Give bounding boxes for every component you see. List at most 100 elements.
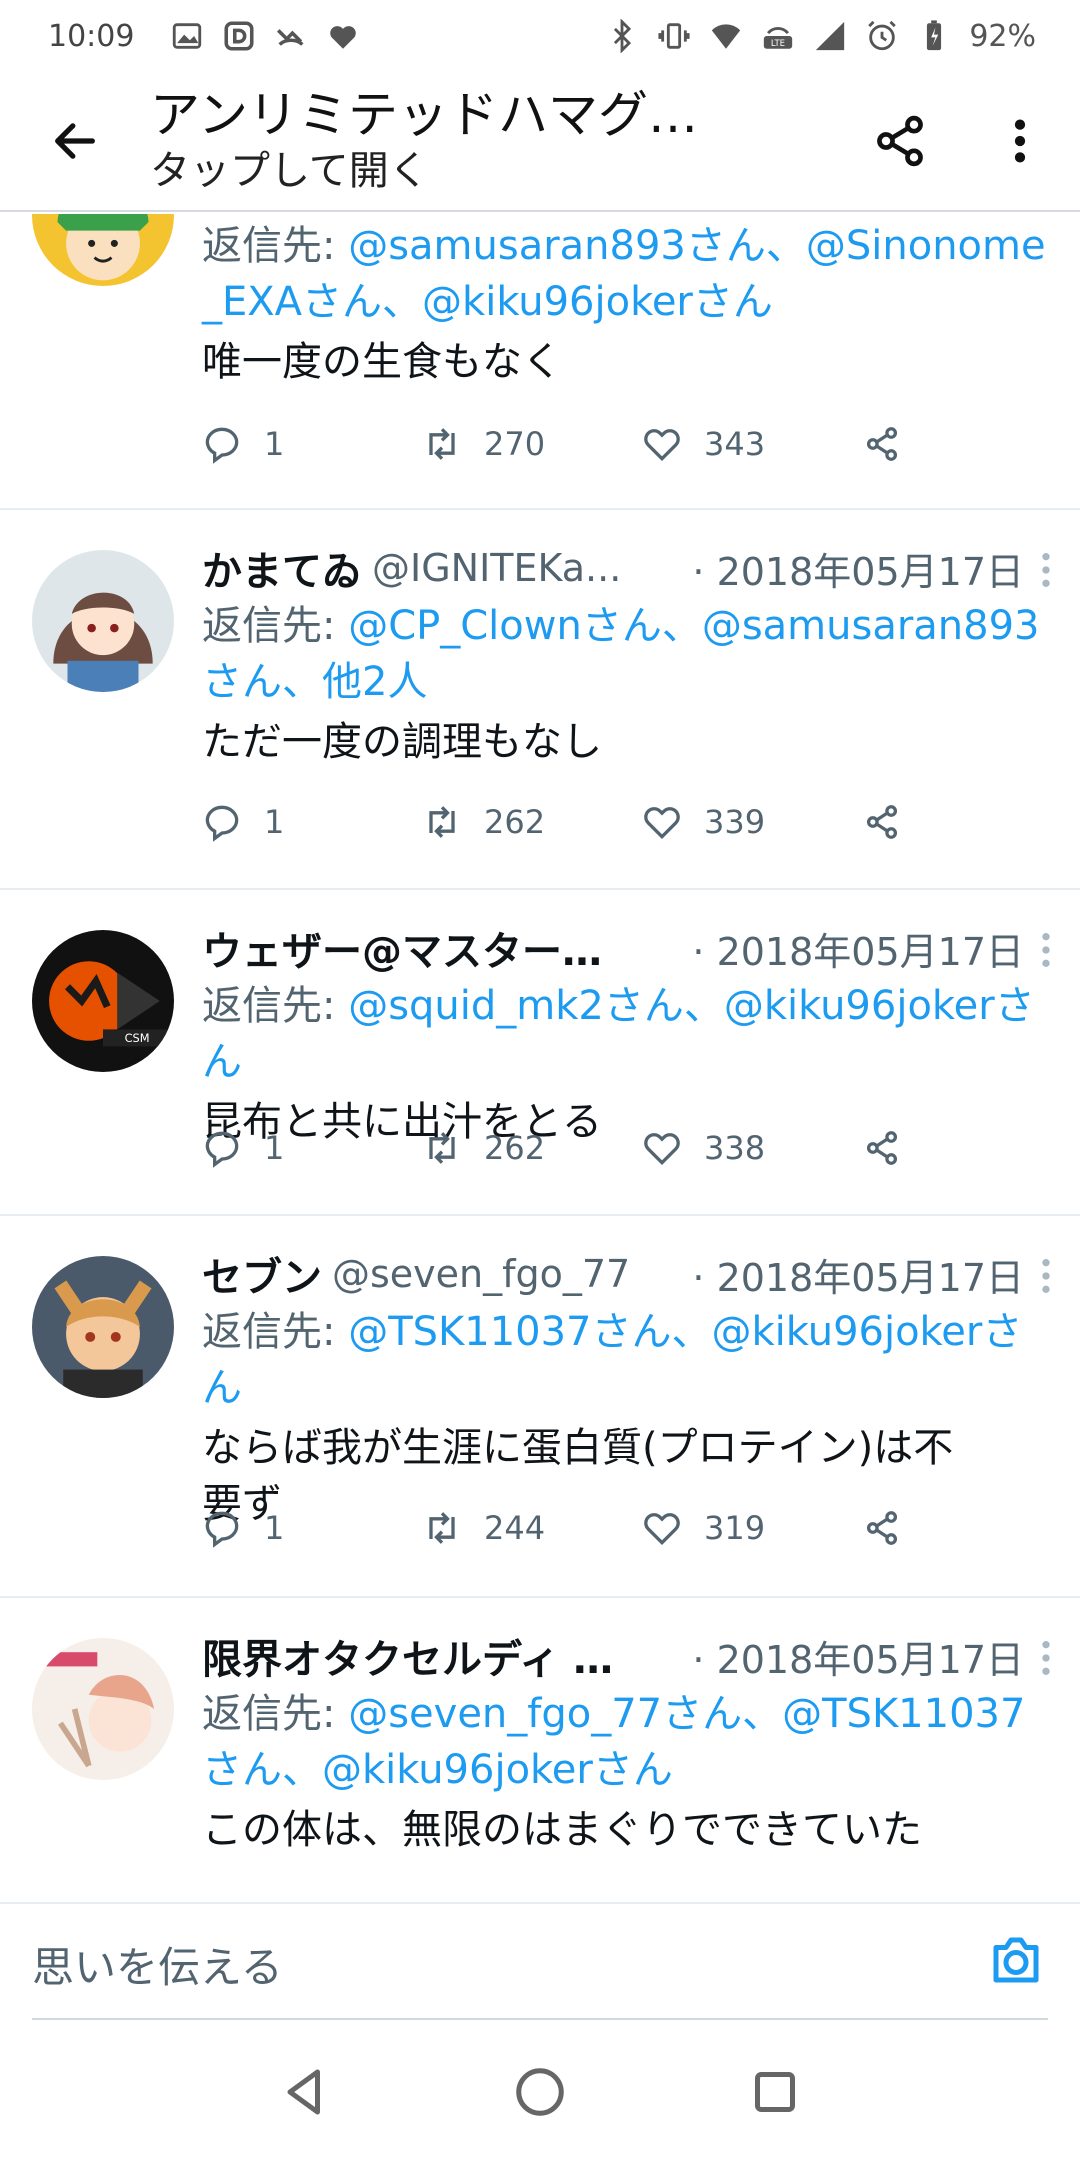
tweet[interactable]: セブン @seven_fgo_77 · 2018年05月17日 返信先: @TS… xyxy=(0,1216,1080,1598)
retweet-icon xyxy=(429,1512,455,1544)
like-count: 339 xyxy=(704,803,766,841)
share-tweet-button[interactable] xyxy=(860,800,924,844)
reply-button[interactable]: 1 xyxy=(200,1506,284,1550)
avatar[interactable] xyxy=(32,214,174,286)
tweet-date: · 2018年05月17日 xyxy=(692,549,1024,594)
nav-recents-button[interactable] xyxy=(745,2062,805,2122)
nav-home-button[interactable] xyxy=(510,2062,570,2122)
svg-text:CSM: CSM xyxy=(125,1031,150,1045)
reply-to: 返信先: @squid_mk2さん、@kiku96jokerさん xyxy=(202,978,1056,1090)
reply-count: 1 xyxy=(264,425,285,463)
camera-icon[interactable] xyxy=(986,1930,1046,1990)
alarm-icon xyxy=(865,19,899,53)
tweet-more-icon[interactable] xyxy=(1036,1256,1056,1296)
wifi-icon xyxy=(709,19,743,53)
share-tweet-button[interactable] xyxy=(860,422,924,466)
share-tweet-button[interactable] xyxy=(860,1126,924,1170)
reply-label: 返信先: xyxy=(202,1309,336,1355)
avatar[interactable] xyxy=(32,1256,174,1398)
reply-to: 返信先: @TSK11037さん、@kiku96jokerさん xyxy=(202,1304,1056,1416)
reply-count: 1 xyxy=(264,1129,285,1167)
nav-back-button[interactable] xyxy=(275,2062,335,2122)
reply-label: 返信先: xyxy=(202,983,336,1029)
user-handle[interactable]: @seven_fgo_77 xyxy=(332,1252,630,1296)
like-count: 343 xyxy=(704,425,766,463)
reply-count: 1 xyxy=(264,1509,285,1547)
title-block[interactable]: アンリミテッドハマグ… タップして開く xyxy=(150,85,840,197)
tweet-date: · 2018年05月17日 xyxy=(692,929,1024,974)
tweet[interactable]: 返信先: @samusaran893さん、@Sinonome_EXAさん、@ki… xyxy=(0,214,1080,510)
back-button[interactable] xyxy=(0,71,150,211)
gallery-icon xyxy=(170,19,204,53)
more-options-button[interactable] xyxy=(960,71,1080,211)
share-icon xyxy=(866,1511,898,1545)
volte-icon: LTE xyxy=(761,19,795,53)
status-time: 10:09 xyxy=(48,18,135,54)
app-bar: アンリミテッドハマグ… タップして開く xyxy=(0,72,1080,212)
reply-feed[interactable]: 返信先: @samusaran893さん、@Sinonome_EXAさん、@ki… xyxy=(0,214,1080,1902)
reply-icon xyxy=(205,427,239,464)
avatar[interactable] xyxy=(32,550,174,692)
tweet-text: ただ一度の調理もなし xyxy=(202,719,602,765)
display-name[interactable]: かまてゐ xyxy=(202,539,362,597)
retweet-count: 244 xyxy=(484,1509,546,1547)
tweet-more-icon[interactable] xyxy=(1036,550,1056,590)
tweet-more-icon[interactable] xyxy=(1036,930,1056,970)
retweet-count: 262 xyxy=(484,803,546,841)
reply-count: 1 xyxy=(264,803,285,841)
battery-icon xyxy=(917,19,951,53)
reply-button[interactable]: 1 xyxy=(200,800,284,844)
status-bar: 10:09 LTE 92% xyxy=(0,0,1080,72)
compose-placeholder[interactable]: 思いを伝える xyxy=(32,1934,283,1995)
bluetooth-icon xyxy=(605,19,639,53)
reply-button[interactable]: 1 xyxy=(200,1126,284,1170)
retweet-icon xyxy=(429,1132,455,1164)
like-button[interactable]: 343 xyxy=(640,422,765,466)
share-tweet-button[interactable] xyxy=(860,1506,924,1550)
retweet-button[interactable]: 244 xyxy=(420,1506,545,1550)
vibrate-icon xyxy=(657,19,691,53)
share-button[interactable] xyxy=(840,71,960,211)
retweet-icon xyxy=(429,806,455,838)
display-name[interactable]: セブン xyxy=(202,1245,322,1303)
reply-icon xyxy=(205,1511,239,1548)
avatar[interactable] xyxy=(32,1638,174,1780)
like-button[interactable]: 339 xyxy=(640,800,765,844)
tweet-more-icon[interactable] xyxy=(1036,1638,1056,1678)
compose-underline xyxy=(32,2018,1048,2020)
heart-icon xyxy=(644,429,680,462)
like-count: 338 xyxy=(704,1129,766,1167)
tweet[interactable]: かまてゐ @IGNITEKa... · 2018年05月17日 返信先: @CP… xyxy=(0,510,1080,890)
retweet-count: 270 xyxy=(484,425,546,463)
page-title: アンリミテッドハマグ… xyxy=(150,86,698,144)
like-button[interactable]: 338 xyxy=(640,1126,765,1170)
back-arrow-icon xyxy=(55,123,95,159)
user-handle[interactable]: @IGNITEKa... xyxy=(372,546,621,590)
retweet-button[interactable]: 262 xyxy=(420,800,545,844)
share-icon xyxy=(877,115,923,167)
reply-to: 返信先: @seven_fgo_77さん、@TSK11037さん、@kiku96… xyxy=(202,1686,1056,1798)
tweet[interactable]: CSM ウェザー@マスター… · 2018年05月17日 返信先: @squid… xyxy=(0,890,1080,1216)
reply-icon xyxy=(205,805,239,842)
reply-to: 返信先: @samusaran893さん、@Sinonome_EXAさん、@ki… xyxy=(202,218,1056,330)
tweet-date: · 2018年05月17日 xyxy=(692,1637,1024,1682)
app-d-icon xyxy=(222,19,256,53)
tweet-date: · 2018年05月17日 xyxy=(692,1255,1024,1300)
retweet-button[interactable]: 262 xyxy=(420,1126,545,1170)
like-button[interactable]: 319 xyxy=(640,1506,765,1550)
reply-button[interactable]: 1 xyxy=(200,422,284,466)
like-count: 319 xyxy=(704,1509,766,1547)
display-name[interactable]: ウェザー@マスター… xyxy=(202,919,602,977)
signal-icon xyxy=(813,19,847,53)
retweet-count: 262 xyxy=(484,1129,546,1167)
avatar[interactable]: CSM xyxy=(32,930,174,1072)
retweet-button[interactable]: 270 xyxy=(420,422,545,466)
share-icon xyxy=(866,805,898,839)
share-icon xyxy=(866,427,898,461)
tweet[interactable]: 限界オタクセルディ … · 2018年05月17日 返信先: @seven_fg… xyxy=(0,1598,1080,1902)
display-name[interactable]: 限界オタクセルディ … xyxy=(202,1627,613,1685)
system-nav-bar xyxy=(0,2022,1080,2160)
compose-bar[interactable]: 思いを伝える xyxy=(0,1902,1080,2022)
share-icon xyxy=(866,1131,898,1165)
reply-label: 返信先: xyxy=(202,223,336,269)
